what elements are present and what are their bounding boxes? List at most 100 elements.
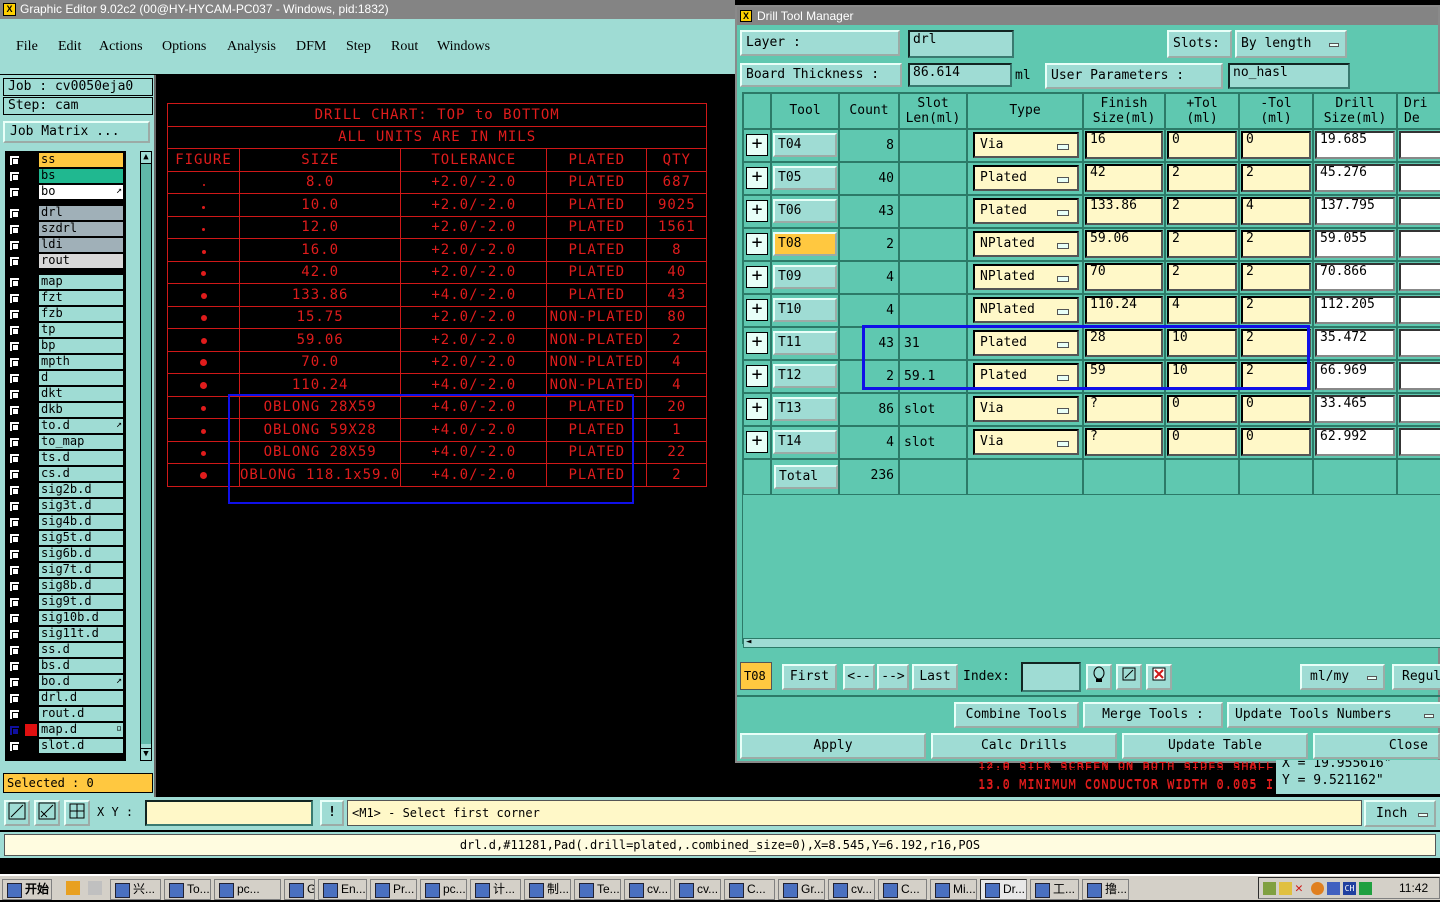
layer-row[interactable]: sig11t.d (5, 627, 126, 641)
finish-size-input[interactable]: 133.86 (1085, 197, 1163, 225)
first-button[interactable]: First (782, 664, 837, 690)
layer-row[interactable]: cs.d (5, 467, 126, 481)
layer-row[interactable]: ss (5, 153, 126, 167)
plus-tol-input[interactable]: 2 (1167, 263, 1237, 291)
finish-size-input[interactable]: 110.24 (1085, 296, 1163, 324)
minus-tol-input[interactable]: 2 (1241, 230, 1311, 258)
scroll-thumb[interactable] (141, 164, 151, 744)
menu-file[interactable]: File (16, 39, 38, 55)
scroll-up-icon[interactable]: ▲ (141, 152, 151, 164)
taskbar-item[interactable]: 计... (470, 879, 521, 900)
layer-checkbox[interactable] (9, 645, 20, 656)
row-expand-icon[interactable]: + (746, 266, 768, 288)
layer-name[interactable]: ss.d (39, 643, 123, 657)
calc-drills-button[interactable]: Calc Drills (931, 733, 1117, 759)
layer-name[interactable]: bo (39, 185, 123, 199)
layer-checkbox[interactable] (9, 357, 20, 368)
plus-tol-input[interactable]: 4 (1167, 296, 1237, 324)
layer-name[interactable]: dkb (39, 403, 123, 417)
layer-checkbox[interactable] (9, 373, 20, 384)
layer-row[interactable]: sig7t.d (5, 563, 126, 577)
layer-row[interactable]: to_map (5, 435, 126, 449)
tray-network-icon[interactable] (1327, 882, 1340, 895)
layer-checkbox[interactable] (9, 597, 20, 608)
drill-size-input[interactable]: 33.465 (1315, 395, 1395, 423)
layer-checkbox[interactable] (9, 309, 20, 320)
dri-input[interactable] (1399, 197, 1440, 225)
drill-size-input[interactable]: 112.205 (1315, 296, 1395, 324)
update-tools-numbers-dropdown[interactable]: Update Tools Numbers (1227, 702, 1440, 728)
minus-tol-input[interactable]: 2 (1241, 296, 1311, 324)
layer-checkbox[interactable] (9, 389, 20, 400)
layer-row[interactable]: to.d ↗ (5, 419, 126, 433)
taskbar-item[interactable]: pc... (214, 879, 281, 900)
apply-button[interactable]: Apply (740, 733, 926, 759)
dri-input[interactable] (1399, 395, 1440, 423)
taskbar-item[interactable]: C... (724, 879, 775, 900)
layer-checkbox[interactable] (9, 405, 20, 416)
layer-row[interactable]: sig6b.d (5, 547, 126, 561)
layer-row[interactable]: bo.d ↗ (5, 675, 126, 689)
minus-tol-input[interactable]: 0 (1241, 131, 1311, 159)
layer-checkbox[interactable] (9, 613, 20, 624)
layer-checkbox[interactable] (9, 517, 20, 528)
layer-name[interactable]: sig4b.d (39, 515, 123, 529)
finish-size-input[interactable]: 42 (1085, 164, 1163, 192)
layer-checkbox[interactable] (9, 693, 20, 704)
layer-row[interactable]: sig5t.d (5, 531, 126, 545)
layer-checkbox[interactable] (9, 341, 20, 352)
layer-name[interactable]: mpth (39, 355, 123, 369)
menu-actions[interactable]: Actions (99, 39, 143, 55)
layer-row[interactable]: fzb (5, 307, 126, 321)
layer-row[interactable]: mpth (5, 355, 126, 369)
layer-row[interactable]: ldi (5, 238, 126, 252)
layer-row[interactable]: dkt (5, 387, 126, 401)
layer-row[interactable]: map (5, 275, 126, 289)
alert-icon[interactable]: ! (320, 800, 344, 826)
layer-checkbox[interactable] (9, 469, 20, 480)
type-dropdown[interactable]: Via (973, 132, 1079, 158)
layer-name[interactable]: ss (39, 153, 123, 167)
layer-row[interactable]: fzt (5, 291, 126, 305)
taskbar-item[interactable]: En... (318, 879, 367, 900)
scroll-down-icon[interactable]: ▼ (141, 748, 151, 760)
layer-name[interactable]: sig7t.d (39, 563, 123, 577)
ie-icon[interactable] (66, 881, 80, 895)
plus-tol-input[interactable]: 0 (1167, 428, 1237, 456)
layer-name[interactable]: map (39, 275, 123, 289)
layer-row[interactable]: sig4b.d (5, 515, 126, 529)
menu-edit[interactable]: Edit (58, 39, 81, 55)
taskbar-item[interactable]: To... (164, 879, 211, 900)
taskbar-item[interactable]: cv... (828, 879, 875, 900)
plus-tol-input[interactable]: 0 (1167, 131, 1237, 159)
layer-checkbox[interactable] (9, 277, 20, 288)
tray-ime-icon[interactable] (1359, 882, 1372, 895)
taskbar-item[interactable]: 工... (1030, 879, 1079, 900)
layer-row[interactable]: sig10b.d (5, 611, 126, 625)
bulb-icon[interactable] (1086, 664, 1112, 690)
layer-row[interactable]: bs (5, 169, 126, 183)
scroll-left-icon[interactable]: ◄ (746, 637, 751, 647)
plus-tol-input[interactable]: 2 (1167, 230, 1237, 258)
layer-row[interactable]: map.d ▫ (5, 723, 126, 737)
layer-name[interactable]: bo.d (39, 675, 123, 689)
taskbar-item[interactable]: 撸... (1082, 879, 1129, 900)
layer-checkbox[interactable] (9, 224, 20, 235)
taskbar-item[interactable]: cv... (674, 879, 721, 900)
layer-name[interactable]: to_map (39, 435, 123, 449)
finish-size-input[interactable]: ? (1085, 428, 1163, 456)
taskbar-item[interactable]: C... (878, 879, 927, 900)
layer-checkbox[interactable] (9, 677, 20, 688)
layer-checkbox[interactable] (9, 453, 20, 464)
tool-button[interactable]: T04 (773, 133, 837, 157)
layer-name[interactable]: fzb (39, 307, 123, 321)
layer-row[interactable]: sig2b.d (5, 483, 126, 497)
tool-button[interactable]: T05 (773, 166, 837, 190)
layer-row[interactable]: drl (5, 206, 126, 220)
taskbar-item[interactable]: cv... (624, 879, 671, 900)
layer-name[interactable]: sig11t.d (39, 627, 123, 641)
dri-input[interactable] (1399, 329, 1440, 357)
menu-windows[interactable]: Windows (437, 39, 490, 55)
tool-edit-icon[interactable] (1116, 664, 1142, 690)
xy-input[interactable] (145, 800, 313, 826)
